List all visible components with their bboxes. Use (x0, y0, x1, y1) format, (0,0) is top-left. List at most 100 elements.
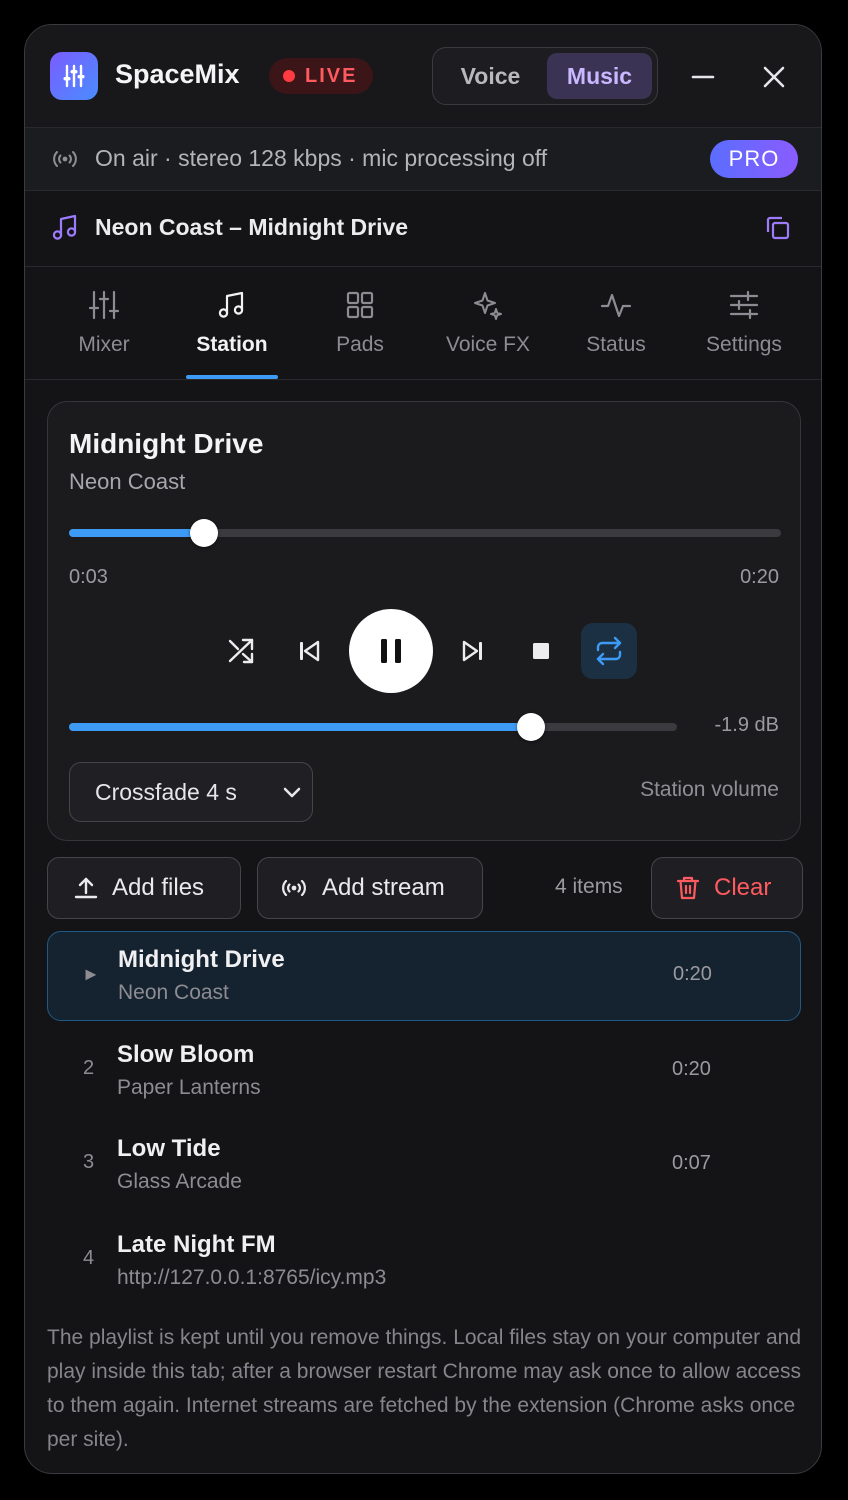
tab-label: Settings (706, 333, 782, 356)
tab-voice-fx[interactable]: Voice FX (424, 267, 552, 379)
playlist-item-artist: Neon Coast (118, 981, 229, 1004)
now-playing-text: Neon Coast – Midnight Drive (95, 214, 409, 240)
add-stream-label: Add stream (322, 874, 445, 901)
total-time: 0:20 (740, 566, 779, 588)
repeat-icon (596, 636, 622, 666)
status-text: On air · stereo 128 kbps · mic processin… (95, 145, 548, 171)
playlist-item-duration: 0:20 (672, 1058, 711, 1080)
mode-switch: Voice Music (432, 47, 658, 105)
close-icon (763, 66, 785, 88)
playlist-item-duration: 0:20 (673, 963, 712, 985)
minimize-icon (691, 75, 715, 79)
tab-pads[interactable]: Pads (296, 267, 424, 379)
playlist-item-artist: Glass Arcade (117, 1170, 242, 1193)
playlist-item[interactable]: ► Midnight Drive Neon Coast 0:20 (47, 931, 801, 1021)
pro-badge[interactable]: PRO (710, 140, 798, 178)
playlist-footnote: The playlist is kept until you remove th… (47, 1326, 802, 1451)
seek-slider[interactable] (69, 519, 781, 547)
clear-button[interactable]: Clear (651, 857, 803, 919)
pause-button[interactable] (349, 609, 433, 693)
playlist-item-artist: Paper Lanterns (117, 1076, 261, 1099)
stop-icon (533, 643, 549, 659)
playlist-item-title: Midnight Drive (118, 946, 285, 973)
add-files-button[interactable]: Add files (47, 857, 241, 919)
app-title: SpaceMix (115, 59, 240, 89)
tab-label: Station (196, 333, 268, 356)
volume-slider[interactable] (69, 713, 677, 741)
tab-status[interactable]: Status (552, 267, 680, 379)
volume-level (69, 723, 531, 731)
playlist-item[interactable]: 3 Low Tide Glass Arcade 0:07 (47, 1121, 801, 1211)
mode-voice-button[interactable]: Voice (438, 53, 543, 99)
live-dot-icon (283, 70, 295, 82)
settings-sliders-icon (729, 290, 759, 320)
track-title: Midnight Drive (69, 428, 264, 459)
shuffle-icon (228, 638, 254, 664)
tab-settings[interactable]: Settings (680, 267, 808, 379)
next-button[interactable] (455, 633, 491, 669)
chevron-down-icon (283, 787, 301, 798)
now-playing-bar: Neon Coast – Midnight Drive (25, 190, 821, 267)
close-button[interactable] (754, 57, 794, 97)
pause-icon (381, 639, 401, 663)
tab-label: Voice FX (445, 333, 531, 356)
pulse-icon (600, 293, 632, 318)
mode-music-button[interactable]: Music (547, 53, 652, 99)
sparkle-icon (474, 292, 502, 320)
playlist-item[interactable]: 2 Slow Bloom Paper Lanterns 0:20 (47, 1027, 801, 1117)
broadcast-icon (53, 151, 77, 167)
upload-icon (74, 877, 98, 899)
shuffle-button[interactable] (223, 633, 259, 669)
tab-label: Mixer (78, 333, 130, 356)
crossfade-value: Crossfade 4 s (95, 778, 237, 805)
station-volume-label: Station volume (640, 778, 779, 801)
stop-button[interactable] (523, 633, 559, 669)
clear-label: Clear (714, 874, 772, 901)
seek-thumb[interactable] (190, 519, 218, 547)
add-files-label: Add files (112, 874, 205, 901)
playlist-item-number: 3 (83, 1151, 95, 1173)
elapsed-time: 0:03 (69, 566, 108, 588)
live-label: LIVE (305, 64, 358, 87)
tab-station[interactable]: Station (168, 267, 296, 379)
active-tab-indicator (186, 375, 278, 379)
playlist-item-title: Low Tide (117, 1135, 221, 1162)
spacemix-window: SpaceMix LIVE Voice Music On air · stere… (24, 24, 822, 1474)
music-note-icon (52, 214, 77, 240)
playlist-item-title: Late Night FM (117, 1231, 276, 1258)
crossfade-select[interactable]: Crossfade 4 s (69, 762, 313, 822)
play-indicator-icon: ► (82, 964, 100, 984)
playlist-count: 4 items (555, 875, 623, 898)
copy-icon[interactable] (765, 215, 791, 241)
repeat-button[interactable] (581, 623, 637, 679)
skip-forward-icon (462, 640, 482, 662)
player-card: Midnight Drive Neon Coast 0:03 0:20 -1.9… (47, 401, 801, 841)
sliders-icon (88, 290, 120, 320)
tab-label: Pads (336, 333, 384, 356)
tab-label: Status (586, 333, 646, 356)
grid-icon (346, 291, 374, 319)
music-note-icon (218, 291, 244, 318)
minimize-button[interactable] (683, 57, 723, 97)
playlist-item[interactable]: 4 Late Night FM http://127.0.0.1:8765/ic… (47, 1217, 801, 1307)
add-stream-button[interactable]: Add stream (257, 857, 483, 919)
broadcast-icon (282, 879, 306, 897)
skip-back-icon (300, 640, 320, 662)
playlist-item-title: Slow Bloom (117, 1041, 255, 1068)
previous-button[interactable] (291, 633, 327, 669)
app-logo-icon (50, 52, 98, 100)
playlist-item-artist: http://127.0.0.1:8765/icy.mp3 (117, 1266, 387, 1289)
tab-mixer[interactable]: Mixer (40, 267, 168, 379)
volume-db: -1.9 dB (714, 714, 779, 736)
seek-progress (69, 529, 204, 537)
playlist-item-number: 2 (83, 1057, 95, 1079)
tab-bar: Mixer Station Pads Voice FX Status Setti… (25, 267, 821, 380)
status-bar: On air · stereo 128 kbps · mic processin… (25, 127, 821, 191)
volume-thumb[interactable] (517, 713, 545, 741)
playlist-item-duration: 0:07 (672, 1152, 711, 1174)
live-badge: LIVE (269, 58, 374, 94)
trash-icon (676, 876, 700, 900)
track-artist: Neon Coast (69, 469, 186, 494)
playlist-item-number: 4 (83, 1247, 95, 1269)
header: SpaceMix LIVE Voice Music (25, 25, 821, 127)
